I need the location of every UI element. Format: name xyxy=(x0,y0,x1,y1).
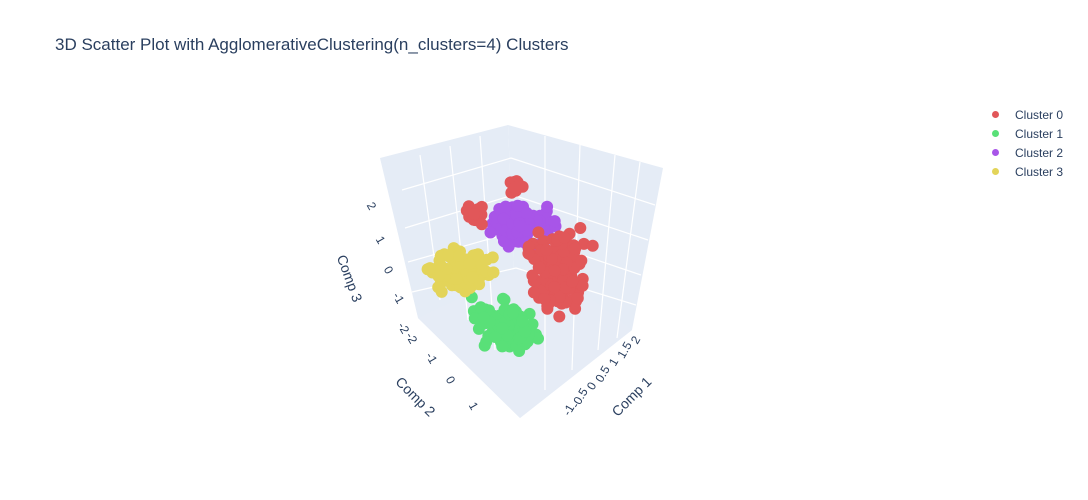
z-tick-label: 0 xyxy=(381,264,397,277)
data-point[interactable] xyxy=(574,222,587,234)
legend: Cluster 0 Cluster 1 Cluster 2 Cluster 3 xyxy=(985,105,1063,181)
y-tick-label: -1 xyxy=(423,350,441,367)
data-point[interactable] xyxy=(511,199,524,212)
data-point[interactable] xyxy=(540,244,553,256)
legend-marker xyxy=(992,168,999,175)
data-point[interactable] xyxy=(450,273,463,285)
y-tick-label: 0 xyxy=(443,374,459,387)
data-point[interactable] xyxy=(474,301,487,314)
data-point[interactable] xyxy=(569,242,582,255)
z-tick-label: -1 xyxy=(390,290,408,307)
data-point[interactable] xyxy=(514,220,527,233)
data-point[interactable] xyxy=(533,261,546,274)
z-axis-title: Comp 3 xyxy=(334,253,366,305)
data-point[interactable] xyxy=(499,200,512,213)
data-point[interactable] xyxy=(496,340,509,353)
data-point[interactable] xyxy=(463,257,476,270)
data-point[interactable] xyxy=(541,200,554,213)
legend-item-cluster-2[interactable]: Cluster 2 xyxy=(985,143,1063,162)
data-point[interactable] xyxy=(506,306,519,319)
scatter-3d-plot[interactable]: -2-1012-2-101 -1-0.500.511.52Comp 3Comp 2… xyxy=(0,0,1088,500)
data-point[interactable] xyxy=(548,215,561,228)
y-axis-title: Comp 2 xyxy=(393,373,439,419)
legend-label: Cluster 0 xyxy=(1015,107,1064,122)
data-point[interactable] xyxy=(586,239,599,252)
z-tick-label: 2 xyxy=(364,200,380,213)
legend-label: Cluster 2 xyxy=(1015,145,1064,160)
z-tick-label: 1 xyxy=(373,234,389,247)
legend-marker xyxy=(992,111,999,118)
legend-item-cluster-3[interactable]: Cluster 3 xyxy=(985,162,1063,181)
legend-marker xyxy=(992,149,999,156)
data-point[interactable] xyxy=(516,315,529,328)
data-point[interactable] xyxy=(548,281,561,294)
data-point[interactable] xyxy=(502,240,515,253)
data-point[interactable] xyxy=(480,253,493,266)
data-point[interactable] xyxy=(496,322,509,335)
data-point[interactable] xyxy=(484,226,497,239)
legend-item-cluster-1[interactable]: Cluster 1 xyxy=(985,124,1063,143)
x-axis-title: Comp 1 xyxy=(608,373,654,419)
data-point[interactable] xyxy=(558,231,571,244)
data-point[interactable] xyxy=(424,262,436,275)
data-point[interactable] xyxy=(566,275,579,288)
data-point[interactable] xyxy=(466,271,479,284)
data-point[interactable] xyxy=(522,247,535,260)
data-point[interactable] xyxy=(571,292,584,305)
data-point[interactable] xyxy=(442,249,455,262)
data-point[interactable] xyxy=(497,292,509,305)
data-point[interactable] xyxy=(538,293,551,305)
legend-label: Cluster 1 xyxy=(1015,126,1064,141)
data-point[interactable] xyxy=(475,218,488,231)
y-tick-label: 1 xyxy=(466,400,482,413)
data-point[interactable] xyxy=(548,264,561,277)
data-point[interactable] xyxy=(575,254,588,267)
legend-item-cluster-0[interactable]: Cluster 0 xyxy=(985,105,1063,124)
data-point[interactable] xyxy=(453,249,466,262)
legend-label: Cluster 3 xyxy=(1015,164,1064,179)
data-point[interactable] xyxy=(527,286,540,299)
x-tick-label: 0.5 xyxy=(592,363,613,385)
data-point[interactable] xyxy=(487,266,500,279)
data-point[interactable] xyxy=(518,325,531,338)
data-point[interactable] xyxy=(576,279,589,292)
data-point[interactable] xyxy=(509,181,521,194)
legend-marker xyxy=(992,130,999,137)
data-point[interactable] xyxy=(468,208,481,220)
data-point[interactable] xyxy=(553,310,566,323)
data-point[interactable] xyxy=(477,311,490,324)
